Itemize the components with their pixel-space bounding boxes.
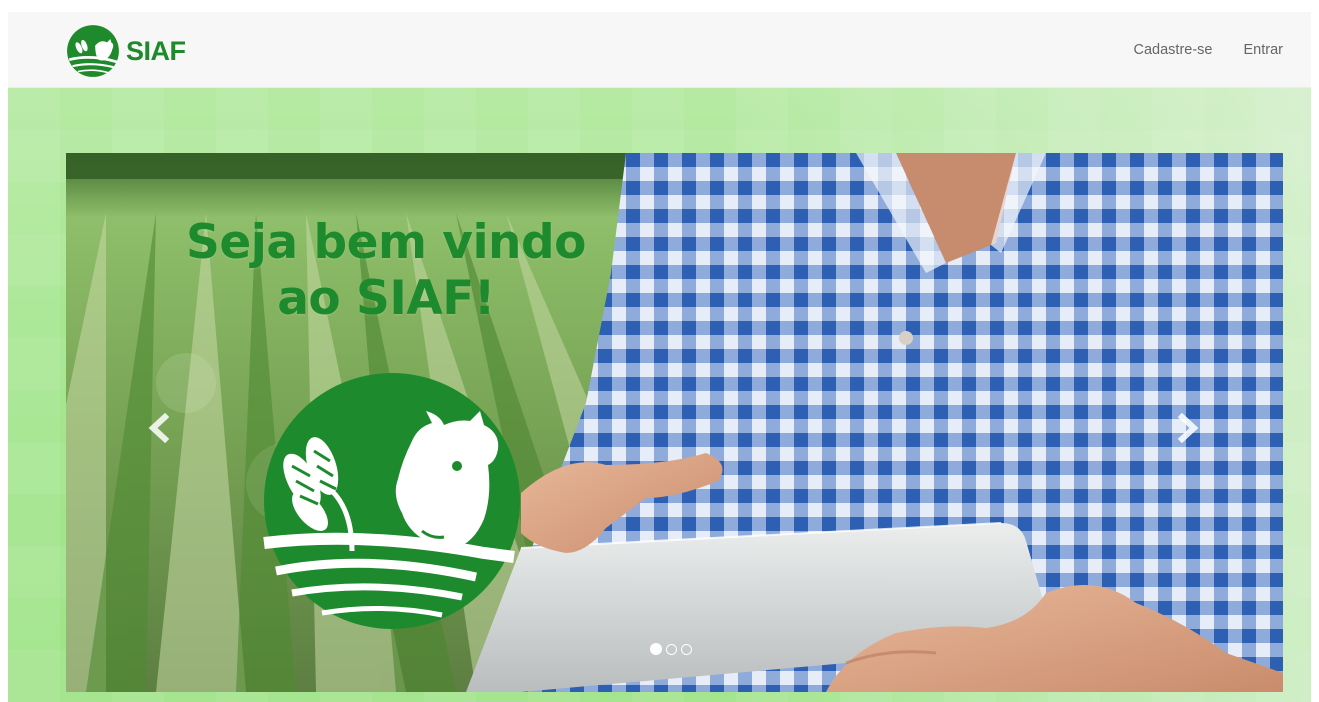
brand-text: SIAF — [126, 35, 186, 66]
navbar: SIAF Cadastre-se Entrar — [8, 12, 1311, 88]
carousel-indicator-1[interactable] — [650, 643, 662, 655]
carousel: Seja bem vindo ao SIAF! — [66, 153, 1283, 692]
siaf-logo-icon — [67, 25, 119, 77]
caption-line-1: Seja bem vindo — [186, 215, 586, 270]
slide-caption: Seja bem vindo ao SIAF! — [66, 215, 706, 327]
carousel-next-button[interactable] — [1173, 411, 1203, 445]
carousel-indicators — [650, 643, 696, 655]
signup-link[interactable]: Cadastre-se — [1134, 42, 1213, 58]
login-link[interactable]: Entrar — [1244, 42, 1284, 58]
siaf-emblem-icon — [263, 373, 520, 629]
chevron-right-icon — [1177, 413, 1199, 443]
caption-line-2: ao SIAF! — [277, 271, 495, 326]
chevron-left-icon — [148, 413, 170, 443]
carousel-indicator-2[interactable] — [666, 643, 677, 655]
brand[interactable]: SIAF — [66, 24, 186, 78]
nav-links: Cadastre-se Entrar — [1103, 12, 1283, 88]
carousel-prev-button[interactable] — [144, 411, 174, 445]
carousel-indicator-3[interactable] — [681, 643, 692, 655]
